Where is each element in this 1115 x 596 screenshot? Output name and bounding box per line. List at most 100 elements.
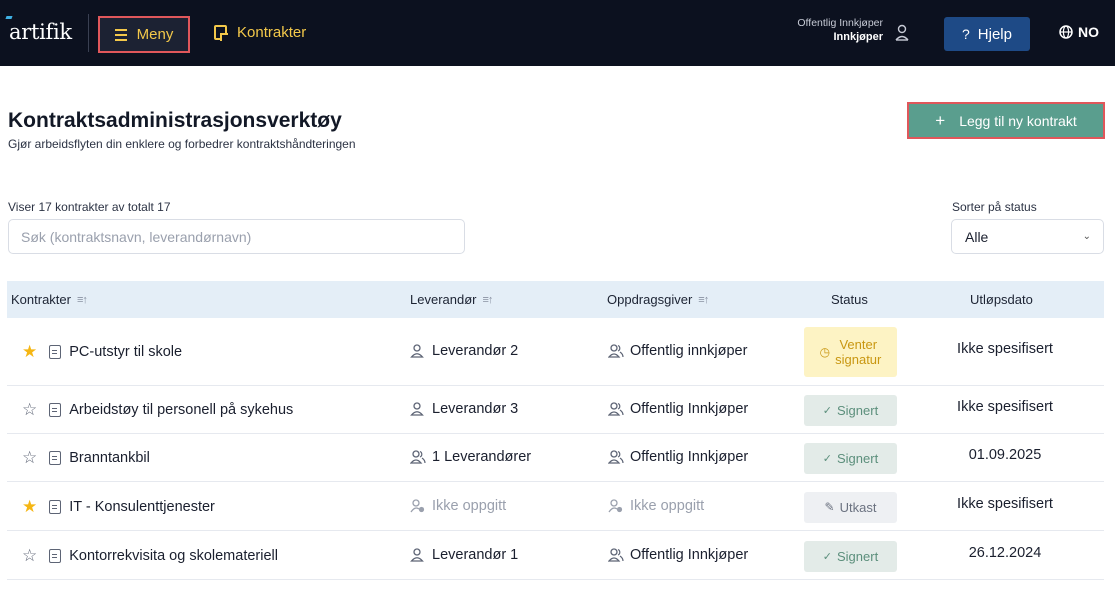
column-label: Oppdragsgiver [607,292,693,307]
table-row[interactable]: ☆ Arbeidstøy til personell på sykehus Le… [7,386,1104,434]
supplier-cell: Leverandør 1 [410,547,518,563]
table-header: Kontrakter ≡↑ Leverandør ≡↑ Oppdragsgive… [7,281,1104,318]
supplier-name: 1 Leverandører [432,449,532,465]
pencil-icon: ✎ [824,500,835,514]
document-icon [49,451,62,465]
contract-name-link[interactable]: PC-utstyr til skole [69,344,182,360]
status-badge: ✓ Signert [804,395,897,426]
star-outline-icon[interactable]: ☆ [22,546,37,566]
expiry-date: Ikke spesifisert [957,495,1053,512]
client-name: Offentlig Innkjøper [630,546,749,563]
table-row[interactable]: ★ PC-utstyr til skole Leverandør 2 Offen… [7,318,1104,386]
sort-icon[interactable]: ≡↑ [482,294,493,306]
supplier-name: Leverandør 3 [432,401,519,417]
menu-button[interactable]: Meny [98,16,190,53]
contract-name-cell: ☆ Kontorrekvisita og skolemateriell [22,546,278,566]
hamburger-icon [114,28,127,41]
sort-icon[interactable]: ≡↑ [77,294,88,306]
add-contract-button[interactable]: + Legg til ny kontrakt [907,102,1105,139]
expiry-date: 26.12.2024 [968,544,1042,561]
table-row[interactable]: ★ IT - Konsulenttjenester Ikke oppgitt I… [7,482,1104,531]
column-header-status: Status [831,292,868,307]
logo-accent-mark [5,16,13,19]
client-name: Offentlig innkjøper [630,343,748,359]
user-role: Offentlig Innkjøper [797,17,883,29]
star-outline-icon[interactable]: ☆ [22,400,37,420]
page-subtitle: Gjør arbeidsflyten din enklere og forbed… [8,137,356,151]
expiry-date: Ikke spesifisert [957,399,1053,415]
top-bar: artifik Meny Kontrakter Offentlig Innkjø… [0,0,1115,66]
help-label: Hjelp [977,25,1012,43]
person-icon [410,344,424,358]
nav-contracts-link[interactable]: Kontrakter [214,24,306,41]
contract-name-link[interactable]: Arbeidstøy til personell på sykehus [69,402,293,418]
checkmark-icon: ✓ [822,453,832,465]
user-info[interactable]: Offentlig Innkjøper Innkjøper [797,16,883,44]
logo-text: artifik [9,20,72,44]
table-row[interactable]: ☆ Kontorrekvisita og skolemateriell Leve… [7,531,1104,580]
language-code: NO [1078,24,1099,40]
people-icon [607,450,624,464]
supplier-cell: 1 Leverandører [409,449,532,465]
status-badge: ◷ Venter signatur [804,327,897,377]
sort-label: Sorter på status [952,200,1037,214]
contract-name-cell: ☆ Arbeidstøy til personell på sykehus [22,400,293,420]
client-cell: Offentlig Innkjøper [607,449,748,465]
contract-name-cell: ★ PC-utstyr til skole [22,342,182,362]
status-badge: ✓ Signert [804,443,897,474]
contract-name-cell: ☆ Branntankbil [22,448,150,468]
contract-name-link[interactable]: Branntankbil [69,450,150,466]
contract-name-link[interactable]: IT - Konsulenttjenester [69,499,215,515]
help-button[interactable]: ? Hjelp [944,17,1030,51]
column-label: Status [831,292,868,307]
expiry-date: Ikke spesifisert [957,341,1053,357]
status-badge: ✎ Utkast [804,491,897,523]
column-header-supplier[interactable]: Leverandør ≡↑ [410,292,493,307]
supplier-cell: Leverandør 2 [410,343,518,359]
supplier-cell: Ikke oppgitt [410,498,506,514]
people-icon [607,402,624,416]
star-outline-icon[interactable]: ☆ [22,448,37,468]
status-text: Signert [837,403,879,418]
chevron-down-icon: ⌄ [1082,231,1091,242]
table-row[interactable]: ☆ Branntankbil 1 Leverandører Offentlig … [7,434,1104,482]
contract-document-icon [214,25,228,41]
client-cell: Offentlig Innkjøper [607,546,749,563]
column-header-client[interactable]: Oppdragsgiver ≡↑ [607,292,709,307]
status-text: Utkast [839,499,877,515]
status-badge: ✓ Signert [804,540,897,572]
supplier-cell: Leverandør 3 [410,401,518,417]
document-icon [49,548,62,563]
status-sort-select[interactable]: Alle ⌄ [951,219,1104,254]
menu-label: Meny [136,26,174,43]
header-divider [88,14,89,52]
artifik-logo[interactable]: artifik [5,16,72,44]
contract-name-link[interactable]: Kontorrekvisita og skolemateriell [69,548,278,564]
person-icon [410,402,424,416]
question-mark-icon: ? [962,26,970,42]
search-input[interactable] [8,219,465,254]
contract-name-cell: ★ IT - Konsulenttjenester [22,497,215,517]
user-name: Innkjøper [833,31,883,43]
document-icon [49,345,62,359]
person-icon [410,547,424,562]
language-selector[interactable]: NO [1059,24,1099,40]
person-unknown-icon [608,498,623,513]
column-header-contracts[interactable]: Kontrakter ≡↑ [11,292,88,307]
client-cell: Ikke oppgitt [608,498,704,514]
globe-icon [1059,25,1073,39]
user-icon[interactable] [895,24,909,41]
column-label: Utløpsdato [970,292,1033,307]
sort-icon[interactable]: ≡↑ [698,294,709,306]
client-name: Offentlig Innkjøper [630,401,749,417]
star-filled-icon[interactable]: ★ [22,342,37,362]
status-text: Signert [837,548,879,564]
person-unknown-icon [410,498,425,513]
people-icon [409,450,426,464]
add-contract-label: Legg til ny kontrakt [959,112,1077,129]
star-filled-icon[interactable]: ★ [22,497,37,517]
sort-selected-value: Alle [965,228,989,245]
status-text: signatur [835,352,882,367]
checkmark-icon: ✓ [822,550,832,563]
status-text: Signert [837,451,879,466]
